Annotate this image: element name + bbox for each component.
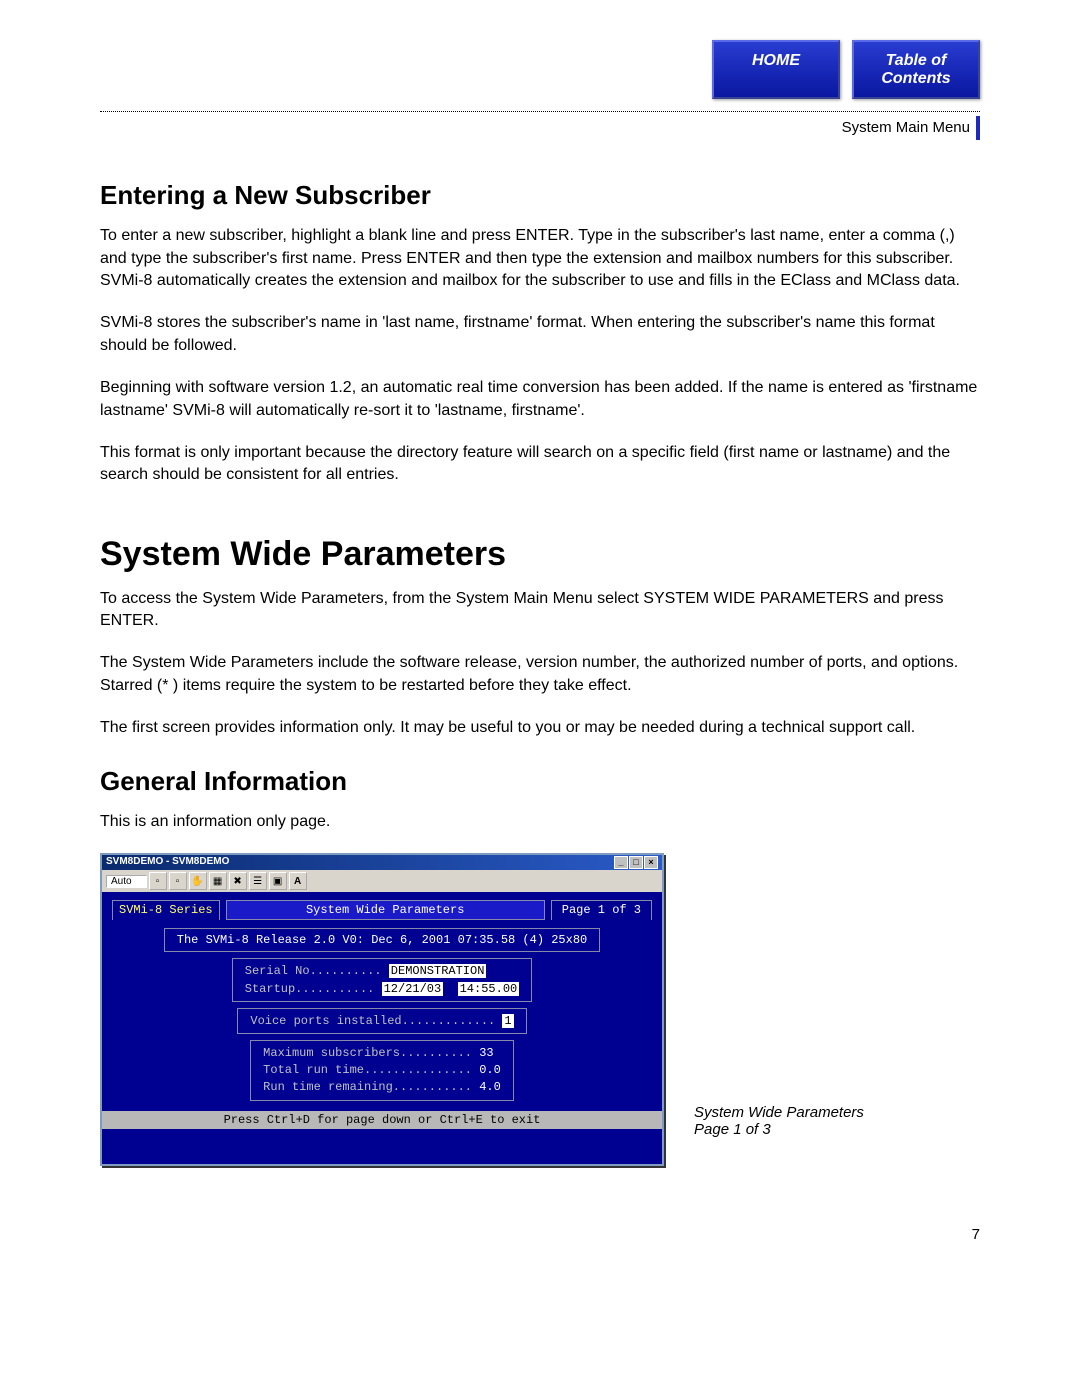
maximize-icon[interactable]: □ xyxy=(629,856,643,869)
terminal-page-indicator: Page 1 of 3 xyxy=(551,900,652,920)
terminal-window: SVM8DEMO - SVM8DEMO _□× Auto ▫ ▫ ✋ ▦ ✖ ☰… xyxy=(100,853,664,1166)
heading-general-information: General Information xyxy=(100,766,980,797)
paragraph: To enter a new subscriber, highlight a b… xyxy=(100,225,980,292)
caption-title: System Wide Parameters xyxy=(694,1104,864,1121)
voice-ports-value: 1 xyxy=(502,1014,513,1028)
toolbar-icon[interactable]: ✖ xyxy=(229,872,247,890)
divider xyxy=(100,111,980,112)
toolbar-icon[interactable]: ▫ xyxy=(169,872,187,890)
terminal-body: SVMi-8 Series System Wide Parameters Pag… xyxy=(102,892,662,1164)
serial-label: Serial No.......... xyxy=(245,964,382,978)
toolbar-icon[interactable]: ☰ xyxy=(249,872,267,890)
paragraph: SVMi-8 stores the subscriber's name in '… xyxy=(100,312,980,357)
runtime-remaining-value: 4.0 xyxy=(479,1080,501,1094)
terminal-screen-title: System Wide Parameters xyxy=(226,900,545,920)
toolbar-icon[interactable]: ✋ xyxy=(189,872,207,890)
terminal-footer-hint: Press Ctrl+D for page down or Ctrl+E to … xyxy=(102,1111,662,1129)
close-icon[interactable]: × xyxy=(644,856,658,869)
paragraph: The first screen provides information on… xyxy=(100,717,980,739)
toolbar-icon[interactable]: ▫ xyxy=(149,872,167,890)
heading-entering-subscriber: Entering a New Subscriber xyxy=(100,180,980,211)
heading-system-wide-parameters: System Wide Parameters xyxy=(100,535,980,574)
max-subscribers-value: 33 xyxy=(479,1046,493,1060)
minimize-icon[interactable]: _ xyxy=(614,856,628,869)
paragraph: The System Wide Parameters include the s… xyxy=(100,652,980,697)
terminal-series-label: SVMi-8 Series xyxy=(112,900,220,920)
window-buttons: _□× xyxy=(613,856,658,869)
runtime-remaining-label: Run time remaining........... xyxy=(263,1080,472,1094)
max-subscribers-label: Maximum subscribers.......... xyxy=(263,1046,472,1060)
terminal-toolbar: Auto ▫ ▫ ✋ ▦ ✖ ☰ ▣ A xyxy=(102,870,662,892)
paragraph: This format is only important because th… xyxy=(100,442,980,487)
toc-button[interactable]: Table of Contents xyxy=(852,40,980,99)
paragraph: To access the System Wide Parameters, fr… xyxy=(100,588,980,633)
toolbar-icon[interactable]: A xyxy=(289,872,307,890)
window-title: SVM8DEMO - SVM8DEMO xyxy=(106,856,229,869)
voice-ports-label: Voice ports installed............. xyxy=(250,1014,495,1028)
toolbar-icon[interactable]: ▦ xyxy=(209,872,227,890)
total-runtime-value: 0.0 xyxy=(479,1063,501,1077)
startup-time: 14:55.00 xyxy=(458,982,520,996)
toolbar-icon[interactable]: ▣ xyxy=(269,872,287,890)
page-number: 7 xyxy=(100,1226,980,1243)
startup-date: 12/21/03 xyxy=(382,982,444,996)
serial-value: DEMONSTRATION xyxy=(389,964,487,978)
font-dropdown[interactable]: Auto xyxy=(106,875,147,888)
breadcrumb: System Main Menu xyxy=(100,116,980,140)
startup-label: Startup........... xyxy=(245,982,375,996)
home-button[interactable]: HOME xyxy=(712,40,840,99)
paragraph: This is an information only page. xyxy=(100,811,980,833)
terminal-release-line: The SVMi-8 Release 2.0 V0: Dec 6, 2001 0… xyxy=(164,928,600,952)
paragraph: Beginning with software version 1.2, an … xyxy=(100,377,980,422)
screenshot-caption: System Wide Parameters Page 1 of 3 xyxy=(694,1104,864,1138)
caption-page: Page 1 of 3 xyxy=(694,1121,864,1138)
total-runtime-label: Total run time............... xyxy=(263,1063,472,1077)
window-titlebar: SVM8DEMO - SVM8DEMO _□× xyxy=(102,855,662,870)
